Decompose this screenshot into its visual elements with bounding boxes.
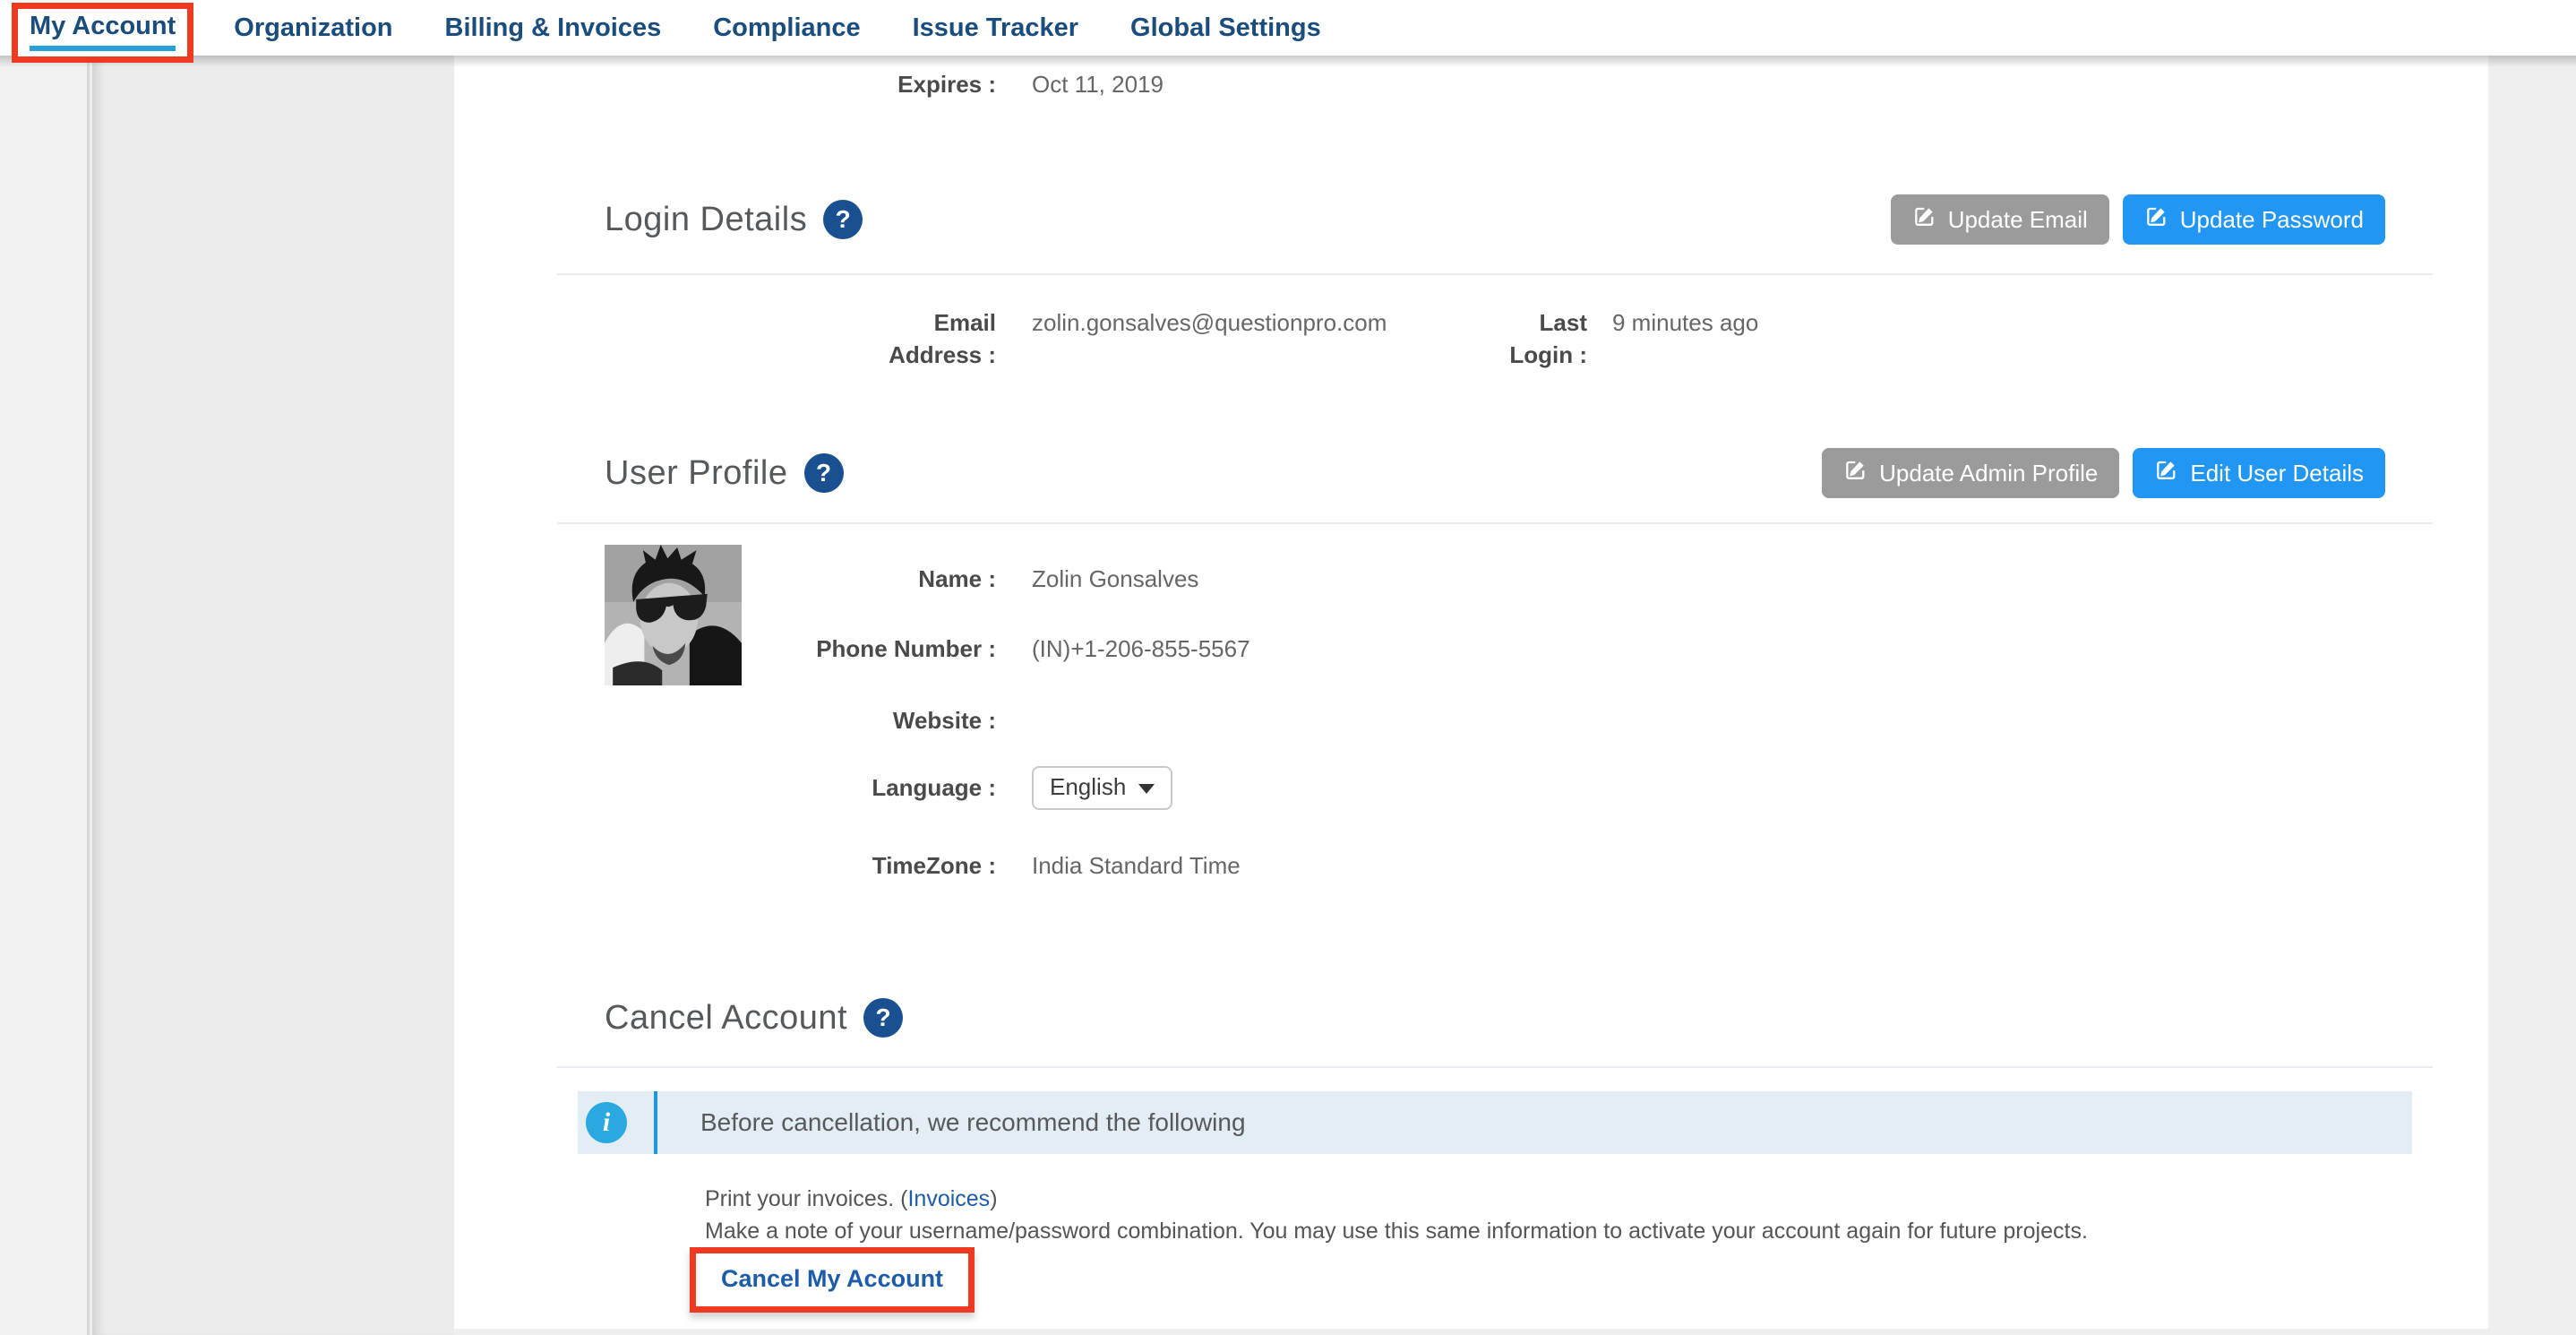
print-invoices-line: Print your invoices. (Invoices)	[705, 1186, 998, 1212]
info-icon: i	[586, 1102, 627, 1143]
notice-title: Before cancellation, we recommend the fo…	[700, 1108, 1246, 1137]
login-details-title: Login Details	[605, 201, 807, 239]
annotation-box-cancel: Cancel My Account	[690, 1247, 975, 1313]
language-label: Language :	[454, 766, 996, 809]
help-icon[interactable]: ?	[863, 998, 903, 1038]
edit-user-details-button[interactable]: Edit User Details	[2133, 448, 2385, 498]
section-divider	[557, 1066, 2433, 1068]
username-note-line: Make a note of your username/password co…	[705, 1219, 2088, 1245]
language-dropdown-wrap: English	[1032, 766, 1172, 810]
name-value: Zolin Gonsalves	[1032, 563, 1198, 595]
phone-label: Phone Number :	[454, 633, 996, 665]
name-label: Name :	[454, 563, 996, 595]
edit-icon	[1912, 204, 1936, 235]
timezone-label: TimeZone :	[454, 849, 996, 882]
tab-organization[interactable]: Organization	[234, 13, 392, 43]
tab-compliance[interactable]: Compliance	[713, 13, 860, 43]
phone-value: (IN)+1-206-855-5567	[1032, 633, 1250, 665]
top-nav: My Account Organization Billing & Invoic…	[0, 0, 2576, 56]
cancel-account-header: Cancel Account ?	[605, 998, 2385, 1038]
email-address-label: Email Address :	[454, 306, 996, 371]
chevron-down-icon	[1138, 784, 1155, 794]
settings-card: Expires : Oct 11, 2019 Login Details ? U…	[454, 56, 2488, 1329]
section-divider	[557, 522, 2433, 524]
nav-drop-shadow	[0, 56, 2576, 67]
tab-my-account-label: My Account	[30, 12, 176, 51]
account-settings-page: My Account Organization Billing & Invoic…	[0, 0, 2576, 1335]
user-profile-title: User Profile	[605, 454, 788, 493]
language-dropdown[interactable]: English	[1032, 766, 1172, 810]
tab-my-account[interactable]: My Account	[30, 12, 176, 51]
login-details-header: Login Details ? Update Email Update Pass…	[605, 194, 2385, 245]
last-login-label: Last Login :	[1439, 306, 1587, 371]
cancel-account-title: Cancel Account	[605, 999, 847, 1038]
left-gutter	[0, 56, 90, 1335]
edit-icon	[2154, 458, 2178, 488]
edit-icon	[1843, 458, 1868, 488]
expires-label: Expires :	[454, 68, 996, 100]
update-password-button[interactable]: Update Password	[2123, 194, 2385, 245]
edit-icon	[2144, 204, 2168, 235]
update-admin-profile-button[interactable]: Update Admin Profile	[1822, 448, 2119, 498]
cancellation-notice: i Before cancellation, we recommend the …	[578, 1091, 2412, 1154]
email-address-value: zolin.gonsalves@questionpro.com	[1032, 306, 1387, 339]
help-icon[interactable]: ?	[823, 200, 863, 239]
language-selected-value: English	[1050, 773, 1126, 801]
tab-issue-tracker[interactable]: Issue Tracker	[913, 13, 1078, 43]
user-profile-header: User Profile ? Update Admin Profile Edit…	[605, 448, 2385, 498]
expires-value: Oct 11, 2019	[1032, 68, 1163, 100]
notice-divider	[654, 1091, 657, 1154]
update-email-button[interactable]: Update Email	[1891, 194, 2109, 245]
last-login-value: 9 minutes ago	[1612, 306, 1758, 339]
timezone-value: India Standard Time	[1032, 849, 1241, 882]
help-icon[interactable]: ?	[804, 453, 844, 493]
cancel-my-account-link[interactable]: Cancel My Account	[721, 1265, 943, 1292]
annotation-box-my-account: My Account	[12, 3, 193, 63]
section-divider	[557, 273, 2433, 275]
website-label: Website :	[454, 704, 996, 736]
tab-global-settings[interactable]: Global Settings	[1130, 13, 1321, 43]
tab-billing-invoices[interactable]: Billing & Invoices	[445, 13, 662, 43]
invoices-link[interactable]: Invoices	[907, 1186, 990, 1211]
collapsed-sidebar-panel	[92, 56, 454, 1335]
